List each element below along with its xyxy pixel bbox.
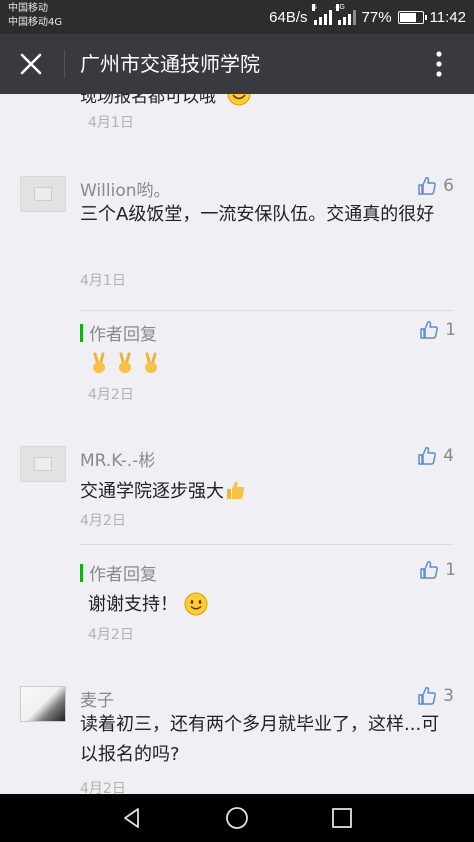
- thumbs-up-emoji-icon: [227, 481, 245, 499]
- more-button[interactable]: [424, 48, 454, 80]
- reply-date: 4月2日: [88, 387, 134, 403]
- net-speed: 64B/s: [269, 8, 308, 26]
- battery-icon: [397, 10, 427, 24]
- signal-4g-icon: 4G: [335, 4, 356, 25]
- close-button[interactable]: [10, 44, 52, 84]
- clock: 11:42: [429, 8, 466, 26]
- comment-date: 4月2日: [80, 513, 126, 529]
- author-reply-label: 作者回复: [80, 560, 157, 585]
- home-circle-icon: [226, 807, 248, 829]
- avatar[interactable]: [20, 446, 66, 482]
- author-reply: 作者回复 1 谢谢支持！ 4月2日: [80, 560, 456, 650]
- home-button[interactable]: [215, 802, 259, 834]
- reply-like-count: 1: [445, 320, 456, 340]
- like-button[interactable]: 4: [417, 446, 454, 466]
- reply-date: 4月2日: [88, 627, 134, 643]
- title-bar: 广州市交通技师学院: [0, 34, 474, 94]
- comment-date: 4月1日: [80, 273, 126, 289]
- status-bar: 中国移动 中国移动4G 64B/s G 4G 77% 11:42: [0, 0, 474, 34]
- thumbs-up-icon: [418, 446, 437, 465]
- reply-like-count: 1: [445, 560, 456, 580]
- recent-apps-button[interactable]: [320, 802, 364, 834]
- recent-square-icon: [332, 808, 352, 828]
- back-triangle-icon: [124, 808, 139, 828]
- commenter-name[interactable]: MR.K-.-彬: [80, 446, 155, 471]
- author-reply-label: 作者回复: [80, 320, 157, 345]
- carrier-1: 中国移动: [8, 3, 48, 14]
- like-button[interactable]: 3: [417, 686, 454, 706]
- carrier-info: 中国移动 中国移动4G: [8, 2, 62, 30]
- smile-emoji-icon: [184, 592, 208, 616]
- partial-comment-text: 现场报名都可以哦: [80, 94, 251, 107]
- signal-tag: G: [311, 4, 317, 11]
- reply-like-button[interactable]: 1: [419, 320, 456, 340]
- thumbs-up-icon: [418, 686, 437, 705]
- avatar[interactable]: [20, 686, 66, 722]
- avatar[interactable]: [20, 176, 66, 212]
- like-count: 3: [443, 686, 454, 706]
- signal-icon: G: [311, 4, 332, 25]
- battery-percent: 77%: [361, 8, 392, 26]
- like-count: 6: [443, 176, 454, 196]
- thumbs-up-icon: [418, 176, 437, 195]
- status-indicators: 64B/s G 4G 77% 11:42: [269, 0, 466, 34]
- more-vertical-icon: [436, 51, 442, 77]
- comment-text: 交通学院逐步强大: [80, 477, 456, 507]
- thumbs-up-icon: [420, 560, 439, 579]
- commenter-name[interactable]: 麦子: [80, 686, 114, 711]
- victory-hand-emoji-icon: [119, 352, 131, 373]
- reply-divider: [80, 544, 454, 545]
- victory-hand-emoji-icon: [145, 352, 157, 373]
- comment-text: 三个A级饭堂，一流安保队伍。交通真的很好: [80, 204, 435, 225]
- like-button[interactable]: 6: [417, 176, 454, 196]
- close-icon: [20, 53, 42, 75]
- reply-like-button[interactable]: 1: [419, 560, 456, 580]
- like-count: 4: [443, 446, 454, 466]
- partial-comment-date: 4月1日: [88, 115, 134, 131]
- reply-text: [88, 352, 166, 375]
- reply-accent-bar: [80, 563, 83, 582]
- system-nav-bar: [0, 794, 474, 842]
- reply-accent-bar: [80, 323, 83, 342]
- victory-hand-emoji-icon: [93, 352, 105, 373]
- signal-4g-tag: 4G: [335, 4, 345, 11]
- comment-list[interactable]: 现场报名都可以哦 4月1日 Willion哟。 6 三个A级饭堂，一流安保队伍。…: [0, 94, 474, 794]
- page-title: 广州市交通技师学院: [80, 52, 260, 76]
- title-divider: [64, 50, 65, 78]
- smile-emoji-icon: [227, 94, 251, 106]
- reply-divider: [80, 310, 454, 311]
- comment-text: 读着初三，还有两个多月就毕业了，这样...可以报名的吗?: [80, 714, 440, 765]
- thumbs-up-icon: [420, 320, 439, 339]
- author-reply: 作者回复 1 4月2日: [80, 320, 456, 410]
- comment-date: 4月2日: [80, 781, 126, 794]
- carrier-2: 中国移动4G: [8, 17, 63, 28]
- battery-fill: [399, 12, 416, 22]
- back-button[interactable]: [110, 802, 154, 834]
- commenter-name[interactable]: Willion哟。: [80, 176, 171, 201]
- reply-text: 谢谢支持！: [88, 590, 208, 616]
